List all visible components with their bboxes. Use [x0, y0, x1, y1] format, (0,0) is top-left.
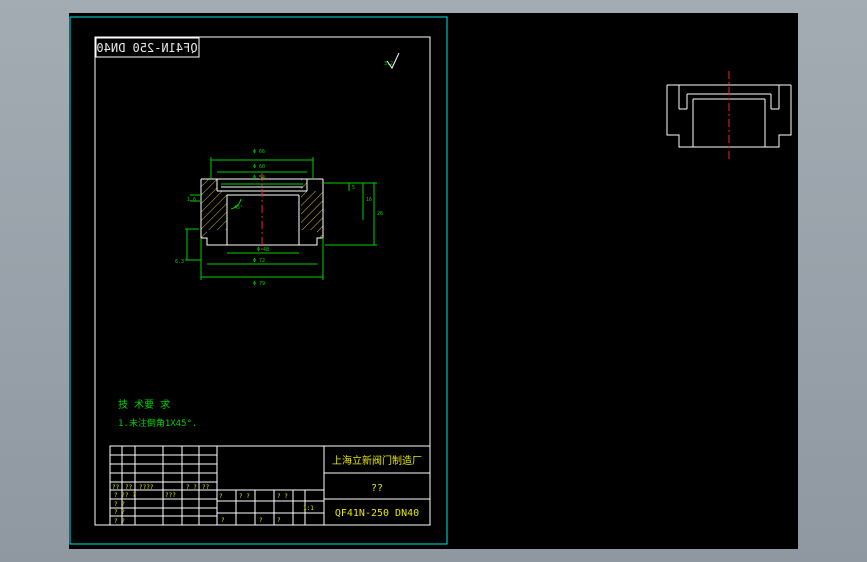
svg-text:26: 26 [377, 211, 383, 217]
svg-text:? ?: ? ? [239, 493, 250, 500]
tech-requirements: 技 术要 求 1.未注倒角1X45°. [118, 398, 197, 429]
svg-text:?: ? [221, 517, 225, 524]
svg-text:? ?: ? ? [186, 484, 197, 491]
svg-text:Φ 66: Φ 66 [253, 149, 265, 155]
svg-text:45°: 45° [234, 205, 243, 211]
section-view [200, 173, 324, 251]
svg-text:?: ? [219, 493, 223, 500]
svg-text:? ?: ? ? [125, 492, 136, 499]
svg-text:Φ 72: Φ 72 [253, 258, 265, 264]
svg-text:Φ 54: Φ 54 [253, 175, 265, 181]
svg-text:? ?: ? ? [114, 509, 125, 516]
svg-text:???: ??? [165, 492, 176, 499]
part-code: QF41N-250 DN40 [335, 508, 419, 519]
svg-text:16: 16 [366, 197, 372, 203]
svg-text:5: 5 [352, 185, 355, 191]
svg-text:Φ 79: Φ 79 [253, 281, 265, 287]
svg-text:Φ 60: Φ 60 [253, 164, 265, 170]
svg-text:??: ?? [125, 484, 133, 491]
part-name: ?? [371, 483, 383, 494]
svg-text:? ?: ? ? [114, 518, 125, 525]
roughness-symbol: 3.2 [384, 52, 400, 69]
svg-text:????: ???? [139, 484, 154, 491]
tech-item-1: 1.未注倒角1X45°. [118, 417, 197, 429]
svg-text:??: ?? [202, 484, 210, 491]
svg-text:Φ 48: Φ 48 [257, 247, 269, 253]
svg-text:? ?: ? ? [277, 493, 288, 500]
svg-text:6.3: 6.3 [175, 259, 184, 265]
part-code-mirrored: QF41N-250 DN40 [96, 41, 197, 55]
company-name: 上海立新阀门制造厂 [332, 454, 422, 467]
scale: 1:1 [303, 505, 314, 512]
svg-text:?: ? [277, 517, 281, 524]
svg-text:?: ? [259, 517, 263, 524]
svg-text:1.6: 1.6 [187, 197, 196, 203]
cad-drawing: QF41N-250 DN40 3.2 Φ 66 Φ 60 Φ 54 Φ 48 Φ… [69, 16, 792, 545]
side-view [666, 71, 792, 159]
svg-text:? ?: ? ? [114, 501, 125, 508]
tech-heading: 技 术要 求 [118, 398, 170, 411]
svg-text:??: ?? [112, 484, 120, 491]
svg-text:3.2: 3.2 [384, 61, 393, 67]
svg-text:? ?: ? ? [114, 492, 125, 499]
cad-viewport[interactable]: QF41N-250 DN40 3.2 Φ 66 Φ 60 Φ 54 Φ 48 Φ… [69, 13, 798, 549]
